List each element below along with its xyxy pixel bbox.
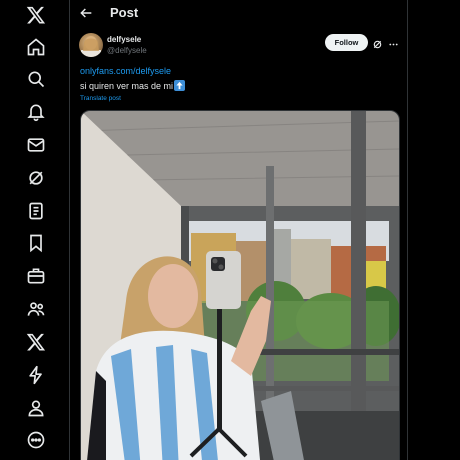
follow-button[interactable]: Follow xyxy=(325,34,368,51)
grok-icon[interactable] xyxy=(26,168,46,188)
up-arrow-emoji-icon xyxy=(174,80,186,91)
profile-icon[interactable] xyxy=(26,398,46,418)
author-name[interactable]: delfysele xyxy=(107,35,141,44)
premium-icon[interactable] xyxy=(26,332,46,352)
translate-post-link[interactable]: Translate post xyxy=(80,95,121,102)
home-icon[interactable] xyxy=(26,37,46,57)
messages-icon[interactable] xyxy=(26,135,46,155)
page-title: Post xyxy=(110,5,139,20)
more-options-icon[interactable] xyxy=(388,37,399,48)
post-link[interactable]: onlyfans.com/delfysele xyxy=(80,66,171,76)
post-image[interactable] xyxy=(80,110,400,460)
bookmarks-icon[interactable] xyxy=(26,233,46,253)
avatar[interactable] xyxy=(79,33,103,57)
verified-orgs-icon[interactable] xyxy=(26,365,46,385)
author-handle[interactable]: @delfysele xyxy=(107,46,147,55)
sidebar-nav xyxy=(0,0,70,460)
notifications-icon[interactable] xyxy=(26,102,46,122)
lists-icon[interactable] xyxy=(26,201,46,221)
communities-icon[interactable] xyxy=(26,299,46,319)
post-text-content: si quiren ver mas de mi xyxy=(80,80,174,91)
grok-icon[interactable] xyxy=(372,37,383,49)
post-text: si quiren ver mas de mi xyxy=(80,80,186,91)
back-arrow-icon[interactable] xyxy=(78,5,94,21)
post-header: Post xyxy=(70,0,407,26)
more-icon[interactable] xyxy=(26,430,46,450)
jobs-icon[interactable] xyxy=(26,266,46,286)
search-icon[interactable] xyxy=(26,69,46,89)
x-logo-icon[interactable] xyxy=(26,5,46,25)
post-column: Post delfysele @delfysele Follow onlyfan… xyxy=(70,0,408,460)
